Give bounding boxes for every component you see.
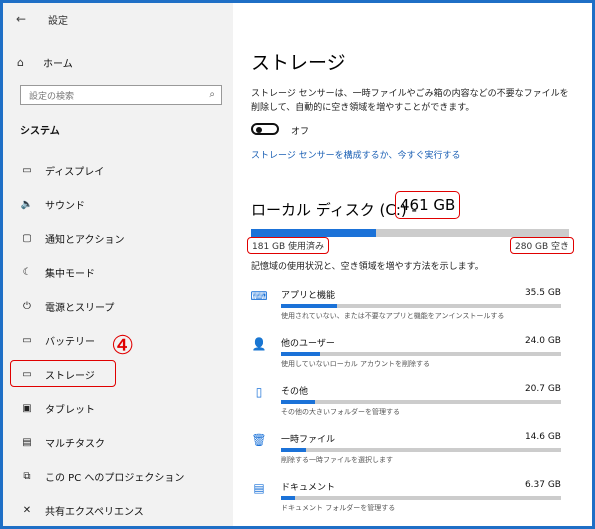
notification-icon: ▢ bbox=[22, 232, 32, 244]
toggle-knob bbox=[256, 126, 262, 133]
storage-sense-toggle[interactable] bbox=[251, 123, 279, 135]
disk-usage-bar bbox=[251, 229, 569, 237]
home-nav-item[interactable]: ⌂ ホーム bbox=[17, 55, 73, 70]
disk-usage-fill bbox=[251, 229, 376, 237]
home-icon: ⌂ bbox=[17, 56, 24, 69]
category-description: 使用されていない、または不要なアプリと機能をアンインストールする bbox=[281, 312, 505, 320]
storage-category-item[interactable]: ▤ ドキュメント 6.37 GB ドキュメント フォルダーを管理する bbox=[247, 475, 567, 523]
active-highlight-box bbox=[10, 360, 116, 387]
folder-icon: ▤ bbox=[253, 481, 265, 495]
sidebar-item-label: 共有エクスペリエンス bbox=[45, 506, 144, 518]
category-usage-fill bbox=[281, 496, 295, 500]
sidebar-item-label: タブレット bbox=[45, 404, 95, 416]
category-size: 6.37 GB bbox=[524, 480, 561, 490]
toggle-state-label: オフ bbox=[291, 127, 310, 137]
users-icon: 👤 bbox=[251, 337, 267, 351]
settings-search-input[interactable]: 設定の検索 ⌕ bbox=[20, 85, 222, 105]
category-size: 24.0 GB bbox=[524, 336, 561, 346]
title-bar: ← 設定 bbox=[3, 3, 233, 35]
storage-category-item[interactable]: 👤 他のユーザー 24.0 GB 使用していないローカル アカウントを削除する bbox=[247, 331, 567, 379]
sidebar-item[interactable]: ✕ 共有エクスペリエンス bbox=[3, 493, 233, 526]
moon-icon: ☾ bbox=[22, 266, 32, 278]
page-title: ストレージ bbox=[251, 52, 346, 74]
category-size: 20.7 GB bbox=[524, 384, 561, 394]
sidebar: ← 設定 ⌂ ホーム 設定の検索 ⌕ システム ▭ ディスプレイ 🔈 サウンド ▢ 通知と… bbox=[3, 3, 233, 526]
search-icon[interactable]: ⌕ bbox=[209, 89, 215, 100]
category-name: ドキュメント bbox=[281, 483, 336, 493]
category-description: その他の大きいフォルダーを管理する bbox=[281, 408, 400, 416]
sidebar-item[interactable]: ⧉ この PC へのプロジェクション bbox=[3, 459, 233, 493]
search-placeholder: 設定の検索 bbox=[29, 91, 75, 102]
category-usage-bar bbox=[281, 352, 561, 356]
category-name: アプリと機能 bbox=[281, 291, 336, 301]
power-icon: ⏻ bbox=[23, 300, 31, 312]
sidebar-item-label: バッテリー bbox=[45, 336, 95, 348]
multitask-icon: ▤ bbox=[22, 436, 32, 448]
section-title: システム bbox=[20, 126, 60, 137]
category-usage-fill bbox=[281, 400, 315, 404]
category-usage-bar bbox=[281, 304, 561, 308]
category-size: 14.6 GB bbox=[524, 432, 561, 442]
category-usage-bar bbox=[281, 448, 561, 452]
sidebar-item[interactable]: ▭ ストレージ bbox=[3, 357, 233, 391]
storage-sense-description: ストレージ センサーは、一時ファイルやごみ箱の内容などの不要なファイルを削除して… bbox=[251, 89, 569, 113]
display-icon: ▭ bbox=[22, 164, 32, 176]
sidebar-item[interactable]: 🔈 サウンド bbox=[3, 187, 233, 221]
shared-icon: ✕ bbox=[22, 504, 32, 516]
category-usage-fill bbox=[281, 448, 307, 452]
annotation-number: ④ bbox=[111, 331, 135, 361]
sidebar-item-label: ディスプレイ bbox=[45, 166, 105, 178]
category-size: 35.5 GB bbox=[524, 288, 561, 298]
speaker-icon: 🔈 bbox=[20, 198, 34, 210]
storage-categories: ⌨ アプリと機能 35.5 GB 使用されていない、または不要なアプリと機能をアンイン… bbox=[247, 283, 567, 523]
storage-category-item[interactable]: 🗑 一時ファイル 14.6 GB 削除する一時ファイルを選択します bbox=[247, 427, 567, 475]
disk-title: ローカル ディスク (C:) - bbox=[251, 201, 417, 219]
storage-category-item[interactable]: ▯ その他 20.7 GB その他の大きいフォルダーを管理する bbox=[247, 379, 567, 427]
sidebar-item[interactable]: ▭ ディスプレイ bbox=[3, 153, 233, 187]
category-usage-bar bbox=[281, 400, 561, 404]
category-description: 使用していないローカル アカウントを削除する bbox=[281, 360, 431, 368]
sidebar-item-label: 電源とスリープ bbox=[45, 302, 115, 314]
trash-icon: 🗑 bbox=[251, 433, 267, 447]
sidebar-item[interactable]: ☾ 集中モード bbox=[3, 255, 233, 289]
sidebar-item-label: サウンド bbox=[45, 200, 85, 212]
category-name: 他のユーザー bbox=[281, 339, 335, 349]
tablet-icon: ▣ bbox=[22, 402, 32, 414]
category-usage-bar bbox=[281, 496, 561, 500]
sidebar-item-label: この PC へのプロジェクション bbox=[45, 472, 185, 484]
sidebar-item-label: 通知とアクション bbox=[45, 234, 125, 246]
free-space-label: 280 GB 空き bbox=[510, 237, 575, 254]
category-description: ドキュメント フォルダーを管理する bbox=[281, 504, 396, 512]
keyboard-icon: ⌨ bbox=[250, 289, 268, 303]
configure-storage-sense-link[interactable]: ストレージ センサーを構成するか、今すぐ実行する bbox=[251, 148, 461, 161]
category-usage-fill bbox=[281, 352, 321, 356]
sidebar-item[interactable]: ▤ マルチタスク bbox=[3, 425, 233, 459]
storage-category-item[interactable]: ⌨ アプリと機能 35.5 GB 使用されていない、または不要なアプリと機能をアンイン… bbox=[247, 283, 567, 331]
disk-size: 461 GB bbox=[395, 191, 461, 219]
settings-window: ← 設定 ⌂ ホーム 設定の検索 ⌕ システム ▭ ディスプレイ 🔈 サウンド ▢ 通知と… bbox=[0, 0, 595, 529]
sidebar-item[interactable]: ⏻ 電源とスリープ bbox=[3, 289, 233, 323]
back-arrow-icon[interactable]: ← bbox=[16, 12, 34, 26]
battery-icon: ▭ bbox=[22, 334, 32, 346]
usage-hint: 記憶域の使用状況と、空き領域を増やす方法を示します。 bbox=[251, 262, 484, 272]
projection-icon: ⧉ bbox=[23, 470, 31, 482]
window-title: 設定 bbox=[48, 15, 68, 27]
category-name: その他 bbox=[281, 387, 309, 397]
category-description: 削除する一時ファイルを選択します bbox=[281, 456, 393, 464]
category-usage-fill bbox=[281, 304, 337, 308]
category-name: 一時ファイル bbox=[281, 435, 336, 445]
home-label: ホーム bbox=[43, 59, 73, 70]
sidebar-item-label: 集中モード bbox=[45, 268, 95, 280]
used-space-label: 181 GB 使用済み bbox=[247, 237, 330, 254]
sidebar-item-label: マルチタスク bbox=[45, 438, 105, 450]
main-content: ストレージ ストレージ センサーは、一時ファイルやごみ箱の内容などの不要なファイ… bbox=[233, 3, 592, 526]
sidebar-item[interactable]: ▢ 通知とアクション bbox=[3, 221, 233, 255]
files-icon: ▯ bbox=[255, 385, 263, 399]
sidebar-item[interactable]: ▣ タブレット bbox=[3, 391, 233, 425]
